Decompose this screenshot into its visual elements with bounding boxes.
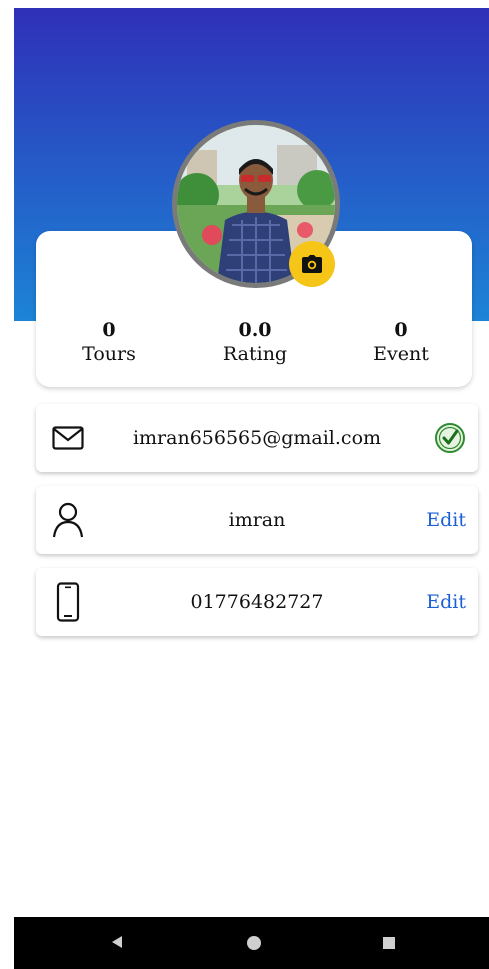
system-nav-bar xyxy=(14,917,489,969)
name-row: imran Edit xyxy=(36,486,478,554)
stat-event: 0 Event xyxy=(341,319,461,367)
person-icon xyxy=(50,502,86,538)
back-triangle-icon[interactable] xyxy=(112,936,122,948)
phone-row: 01776482727 Edit xyxy=(36,568,478,636)
phone-value: 01776482727 xyxy=(190,591,324,613)
stat-event-label: Event xyxy=(373,343,429,365)
phone-icon xyxy=(50,582,86,622)
home-circle-icon[interactable] xyxy=(247,936,261,950)
email-row: imran656565@gmail.com xyxy=(36,404,478,472)
email-value: imran656565@gmail.com xyxy=(132,427,382,449)
verified-check-icon xyxy=(435,423,465,453)
stat-rating-label: Rating xyxy=(222,343,288,365)
edit-phone-button[interactable]: Edit xyxy=(426,568,466,636)
stat-tours: 0 Tours xyxy=(49,319,169,367)
stat-rating: 0.0 Rating xyxy=(195,319,315,367)
profile-screen: 0 Tours 0.0 Rating 0 Event imran656565@g… xyxy=(14,8,489,969)
stat-tours-label: Tours xyxy=(82,343,136,365)
stat-rating-value: 0.0 xyxy=(238,319,272,341)
stat-tours-value: 0 xyxy=(102,319,116,341)
name-value: imran xyxy=(228,509,286,531)
recents-square-icon[interactable] xyxy=(383,937,395,949)
change-photo-button[interactable] xyxy=(289,241,335,287)
mail-icon xyxy=(50,420,86,456)
edit-name-button[interactable]: Edit xyxy=(426,486,466,554)
camera-icon xyxy=(302,255,322,273)
stat-event-value: 0 xyxy=(394,319,408,341)
